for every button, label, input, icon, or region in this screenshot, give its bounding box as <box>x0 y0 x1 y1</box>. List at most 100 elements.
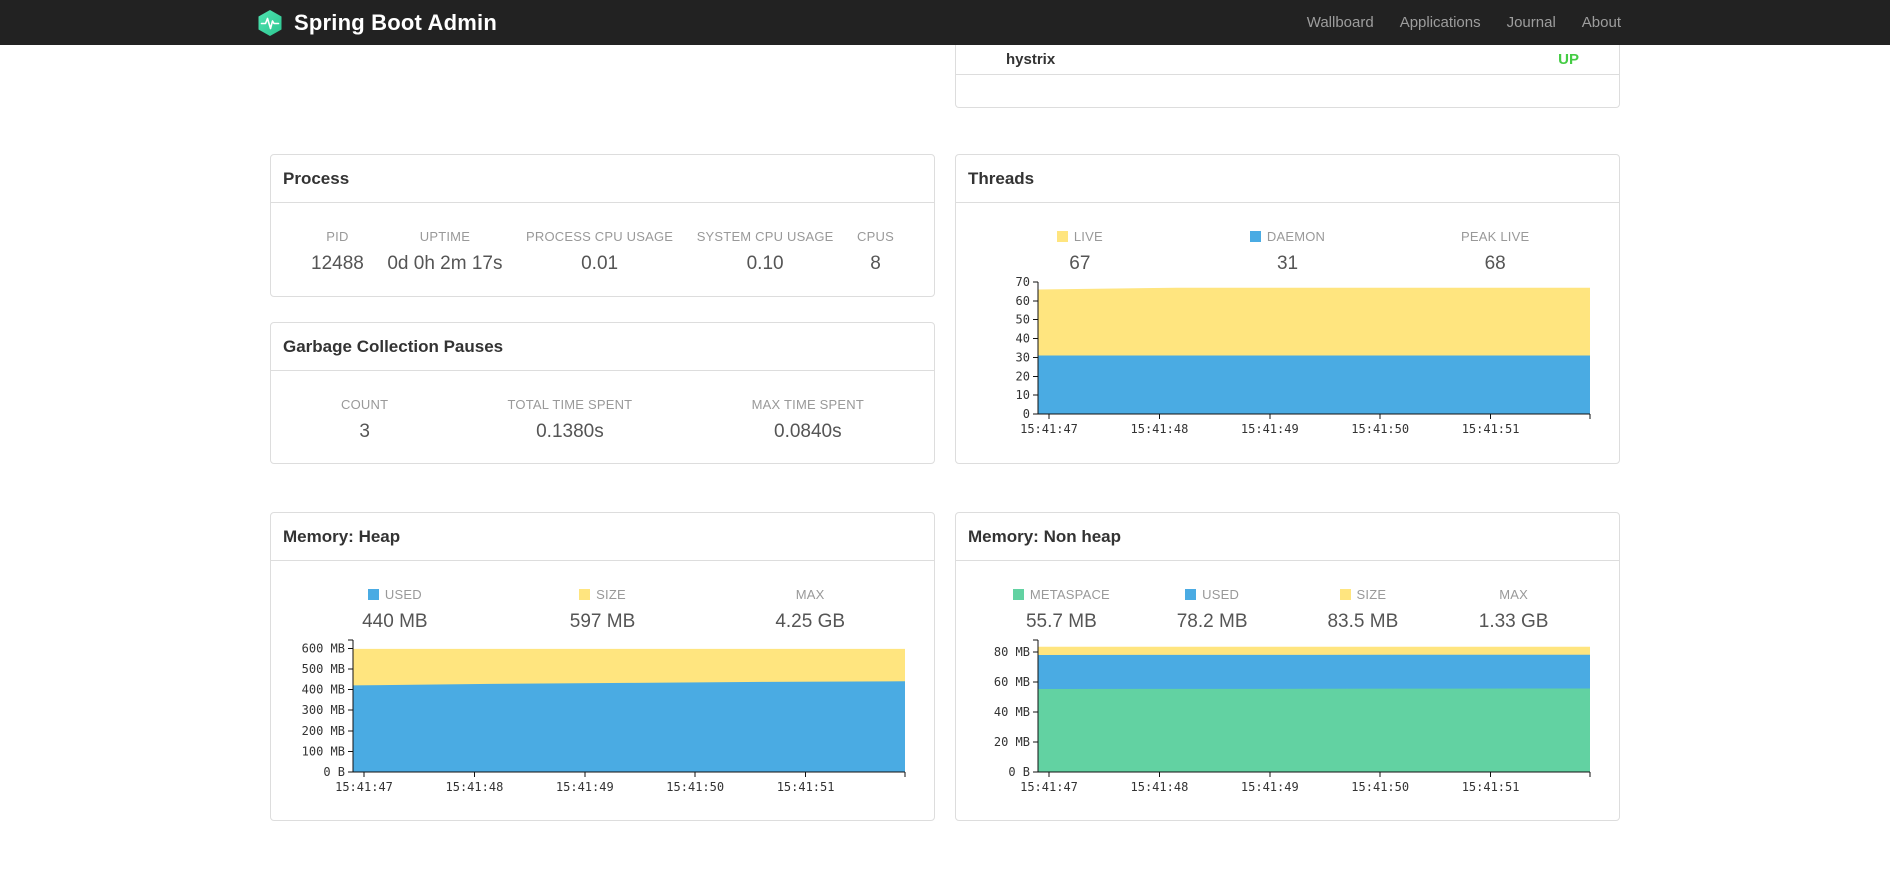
stat-label-text: LIVE <box>1073 229 1103 244</box>
stat-label-text: METASPACE <box>1029 587 1110 602</box>
nav-item-journal[interactable]: Journal <box>1494 0 1569 45</box>
stat-label: MAX <box>1499 587 1529 602</box>
svg-text:80 MB: 80 MB <box>994 645 1030 659</box>
threads-card: Threads LIVE 67 DAEMON 31 PEAK LIVE 68 0… <box>955 154 1620 464</box>
stat-nonheap-size: SIZE 83.5 MB <box>1288 587 1439 633</box>
stat-total-time-spent: TOTAL TIME SPENT 0.1380s <box>508 397 633 443</box>
svg-text:10: 10 <box>1016 388 1030 402</box>
stat-heap-used: USED 440 MB <box>291 587 499 633</box>
svg-text:15:41:51: 15:41:51 <box>1462 780 1520 794</box>
svg-text:100 MB: 100 MB <box>302 744 345 758</box>
memory-heap-card: Memory: Heap USED 440 MB SIZE 597 MB MAX… <box>270 512 935 821</box>
memory-heap-chart: 0 B 100 MB 200 MB 300 MB 400 MB 500 MB 600 MB 1… <box>287 633 934 804</box>
stat-value: 12488 <box>311 253 364 274</box>
stat-value: 0.0840s <box>774 421 842 442</box>
stat-value: 0.01 <box>581 253 619 274</box>
stat-label-text: SIZE <box>596 587 626 602</box>
nav-item-about[interactable]: About <box>1569 0 1634 45</box>
spring-boot-admin-logo-icon <box>256 9 284 37</box>
threads-card-title: Threads <box>968 169 1035 188</box>
gc-stats: COUNT 3 TOTAL TIME SPENT 0.1380s MAX TIM… <box>271 371 934 443</box>
svg-text:15:41:47: 15:41:47 <box>335 780 393 794</box>
threads-card-header: Threads <box>956 155 1619 203</box>
memory-heap-card-title: Memory: Heap <box>283 527 401 546</box>
navbar: Spring Boot Admin Wallboard Applications… <box>0 0 1890 45</box>
threads-stats: LIVE 67 DAEMON 31 PEAK LIVE 68 <box>956 203 1619 275</box>
svg-text:0: 0 <box>1023 407 1030 421</box>
navbar-inner: Spring Boot Admin Wallboard Applications… <box>256 0 1634 45</box>
stat-max-time-spent: MAX TIME SPENT 0.0840s <box>752 397 864 443</box>
brand-link[interactable]: Spring Boot Admin <box>256 9 497 37</box>
stat-value: 67 <box>1069 253 1091 274</box>
stat-label: METASPACE <box>986 587 1137 602</box>
svg-text:15:41:48: 15:41:48 <box>1131 780 1189 794</box>
memory_heap-chart-svg: 0 B 100 MB 200 MB 300 MB 400 MB 500 MB 600 MB 1… <box>302 639 906 794</box>
svg-text:15:41:50: 15:41:50 <box>1351 780 1409 794</box>
memory-heap-card-header: Memory: Heap <box>271 513 934 561</box>
memory-nonheap-stats: METASPACE 55.7 MB USED 78.2 MB SIZE 83.5… <box>956 561 1619 633</box>
svg-text:200 MB: 200 MB <box>302 724 345 738</box>
legend-swatch <box>1056 231 1068 242</box>
stat-label: UPTIME <box>419 229 471 244</box>
svg-text:15:41:49: 15:41:49 <box>1241 780 1299 794</box>
status-badge: UP <box>1558 51 1579 68</box>
legend-swatch <box>1185 589 1197 600</box>
stat-label: MAX <box>795 587 825 602</box>
stat-label: CPUS <box>857 229 894 244</box>
application-row[interactable]: hystrix UP <box>956 45 1619 75</box>
threads-chart-svg: 0 10 20 30 40 50 60 70 15:41:47 15:41:48 15:41:49 1… <box>1016 275 1591 436</box>
stat-count: COUNT 3 <box>341 397 388 443</box>
right-column: hystrix UP Threads LIVE 67 DAEMON 31 PEA… <box>955 45 1620 821</box>
svg-text:40 MB: 40 MB <box>994 705 1030 719</box>
stat-value: 1.33 GB <box>1478 611 1549 632</box>
application-name: hystrix <box>1006 51 1056 68</box>
stat-uptime: UPTIME 0d 0h 2m 17s <box>387 229 502 275</box>
svg-text:50: 50 <box>1016 313 1030 327</box>
stat-value: 83.5 MB <box>1327 611 1399 632</box>
memory-heap-stats: USED 440 MB SIZE 597 MB MAX 4.25 GB <box>271 561 934 633</box>
stat-value: 31 <box>1276 253 1299 274</box>
stat-label-text: USED <box>1202 587 1240 602</box>
stat-value: 0.1380s <box>536 421 604 442</box>
stat-value: 78.2 MB <box>1176 611 1248 632</box>
memory-nonheap-card-title: Memory: Non heap <box>968 527 1122 546</box>
gc-card-header: Garbage Collection Pauses <box>271 323 934 371</box>
legend-swatch <box>1339 589 1351 600</box>
nav-item-wallboard[interactable]: Wallboard <box>1294 0 1387 45</box>
memory-nonheap-card: Memory: Non heap METASPACE 55.7 MB USED … <box>955 512 1620 821</box>
svg-text:0 B: 0 B <box>1008 765 1030 779</box>
process-card-title: Process <box>283 169 350 188</box>
svg-text:60 MB: 60 MB <box>994 675 1030 689</box>
stat-label: MAX TIME SPENT <box>751 397 864 412</box>
stat-heap-max: MAX 4.25 GB <box>706 587 914 633</box>
svg-text:15:41:48: 15:41:48 <box>446 780 504 794</box>
stat-value: 8 <box>870 253 881 274</box>
svg-text:15:41:50: 15:41:50 <box>1351 422 1409 436</box>
stat-label: USED <box>1137 587 1288 602</box>
svg-text:70: 70 <box>1016 275 1030 289</box>
stat-live: LIVE 67 <box>976 229 1184 275</box>
main-content: Process PID 12488 UPTIME 0d 0h 2m 17s PR… <box>270 45 1620 821</box>
memory_nonheap-chart-svg: 0 B 20 MB 40 MB 60 MB 80 MB 15:41:47 15:41:48 1… <box>994 639 1591 794</box>
stat-value: 597 MB <box>569 611 636 632</box>
legend-swatch <box>1012 589 1024 600</box>
stat-label: PID <box>326 229 349 244</box>
svg-text:20: 20 <box>1016 369 1030 383</box>
process-stats: PID 12488 UPTIME 0d 0h 2m 17s PROCESS CP… <box>271 203 934 275</box>
stat-label: SYSTEM CPU USAGE <box>696 229 834 244</box>
svg-text:15:41:48: 15:41:48 <box>1131 422 1189 436</box>
navbar-menu: Wallboard Applications Journal About <box>1294 0 1634 45</box>
stat-value: 3 <box>359 421 370 442</box>
stat-label: COUNT <box>341 397 389 412</box>
svg-text:15:41:47: 15:41:47 <box>1020 422 1078 436</box>
nav-item-applications[interactable]: Applications <box>1387 0 1494 45</box>
svg-text:15:41:50: 15:41:50 <box>666 780 724 794</box>
stat-value: 68 <box>1484 253 1506 274</box>
application-status-card: hystrix UP <box>955 45 1620 108</box>
svg-text:15:41:51: 15:41:51 <box>1462 422 1520 436</box>
stat-label: PEAK LIVE <box>1461 229 1530 244</box>
process-card-header: Process <box>271 155 934 203</box>
svg-text:300 MB: 300 MB <box>302 703 345 717</box>
stat-value: 4.25 GB <box>775 611 846 632</box>
stat-label: PROCESS CPU USAGE <box>526 229 674 244</box>
